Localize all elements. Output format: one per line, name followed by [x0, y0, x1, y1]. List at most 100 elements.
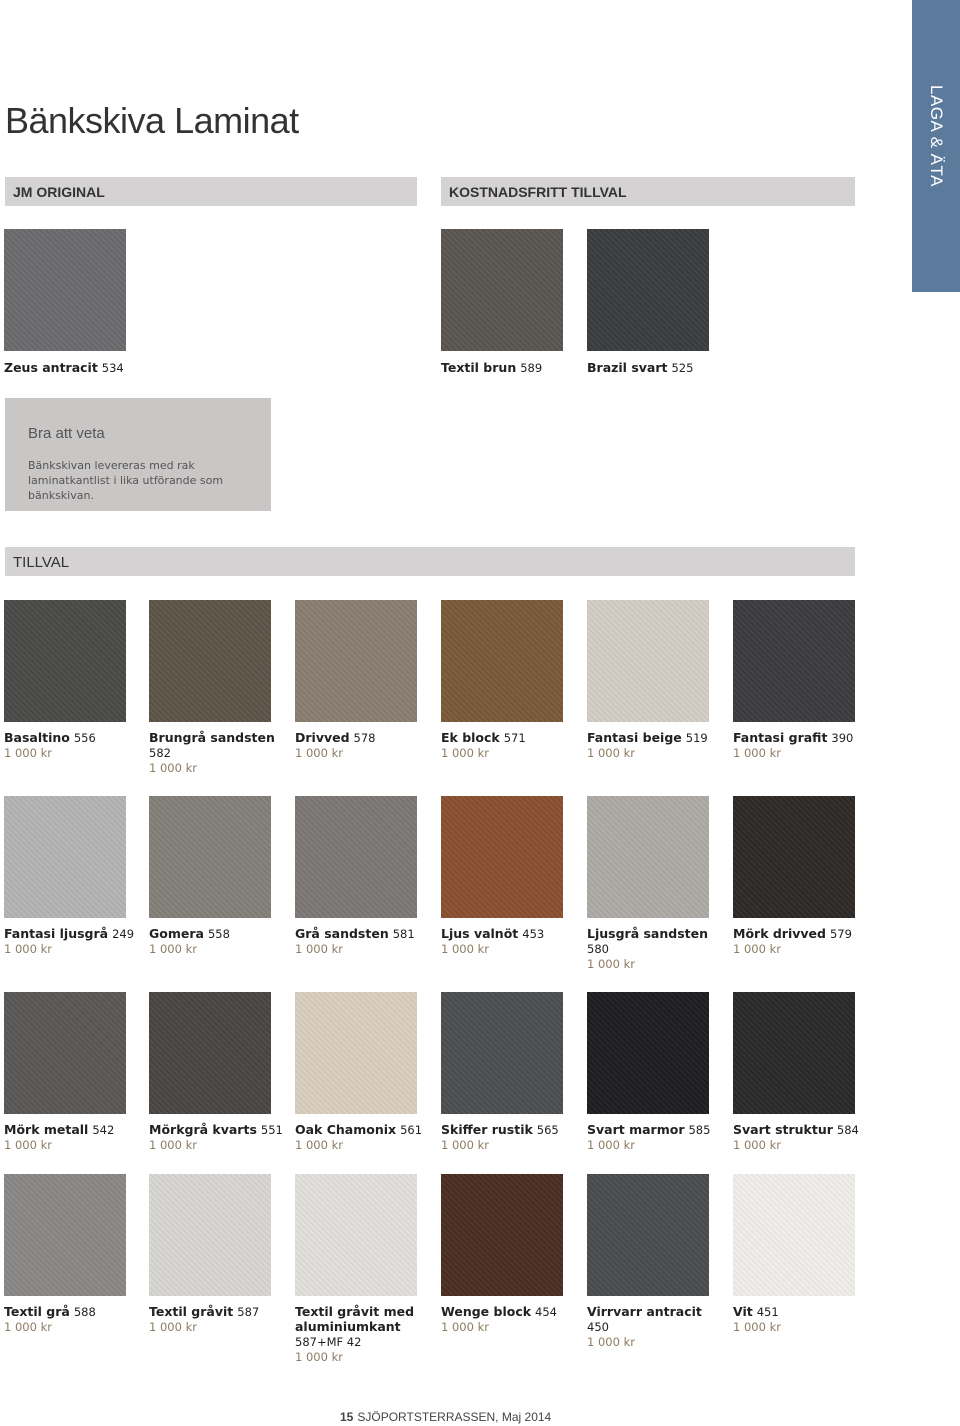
item-name: Textil grå [4, 1304, 70, 1319]
swatch-tillval[interactable] [587, 600, 709, 722]
label-tillval: Brungrå sandsten 582 1 000 kr [149, 730, 289, 776]
swatch-tillval[interactable] [149, 796, 271, 918]
side-tab-label: LAGA & ÄTA [927, 84, 946, 187]
item-price: 1 000 kr [149, 1320, 197, 1334]
label-tillval: Wenge block 454 1 000 kr [441, 1304, 581, 1335]
item-code: 565 [536, 1123, 559, 1137]
info-text: Bänkskivan levereras med rak laminatkant… [28, 459, 224, 502]
item-code: 585 [688, 1123, 711, 1137]
swatch-tillval[interactable] [4, 1174, 126, 1296]
swatch-tillval[interactable] [295, 1174, 417, 1296]
item-name: Vit [733, 1304, 753, 1319]
label-tillval: Textil grå 588 1 000 kr [4, 1304, 144, 1335]
swatch-tillval[interactable] [149, 1174, 271, 1296]
label-tillval: Fantasi grafit 390 1 000 kr [733, 730, 873, 761]
info-box: Bra att veta Bänkskivan levereras med ra… [5, 398, 271, 511]
item-code: 584 [836, 1123, 859, 1137]
label-tillval: Fantasi beige 519 1 000 kr [587, 730, 727, 761]
swatch-tillval[interactable] [587, 1174, 709, 1296]
label-textil-brun: Textil brun 589 [441, 360, 543, 375]
swatch-tillval[interactable] [295, 600, 417, 722]
item-name: Textil gråvit med aluminiumkant [295, 1304, 415, 1334]
label-tillval: Fantasi ljusgrå 249 1 000 kr [4, 926, 144, 957]
item-name: Wenge block [441, 1304, 532, 1319]
label-tillval: Grå sandsten 581 1 000 kr [295, 926, 435, 957]
section-free-label: KOSTNADSFRITT TILLVAL [449, 184, 627, 200]
swatch-tillval[interactable] [295, 992, 417, 1114]
swatch-tillval[interactable] [587, 796, 709, 918]
swatch-tillval[interactable] [149, 600, 271, 722]
item-price: 1 000 kr [149, 761, 197, 775]
label-zeus-antracit: Zeus antracit 534 [4, 360, 124, 375]
item-name: Skiffer rustik [441, 1122, 533, 1137]
item-name: Fantasi ljusgrå [4, 926, 109, 941]
item-code: 580 [587, 942, 609, 956]
item-code: 558 [207, 927, 230, 941]
item-name: Mörkgrå kvarts [149, 1122, 257, 1137]
swatch-tillval[interactable] [149, 992, 271, 1114]
section-tillval-label: TILLVAL [13, 554, 70, 571]
swatch-brazil-svart[interactable] [587, 229, 709, 351]
item-price: 1 000 kr [149, 942, 197, 956]
swatch-tillval[interactable] [4, 992, 126, 1114]
swatch-tillval[interactable] [733, 600, 855, 722]
item-name: Textil gråvit [149, 1304, 234, 1319]
label-tillval: Virrvarr antracit 450 1 000 kr [587, 1304, 727, 1350]
item-code: 390 [831, 731, 854, 745]
item-price: 1 000 kr [4, 1138, 52, 1152]
swatch-tillval[interactable] [295, 796, 417, 918]
item-code: 519 [685, 731, 708, 745]
item-name: Oak Chamonix [295, 1122, 397, 1137]
item-code: 587+MF 42 [295, 1335, 362, 1349]
swatch-textil-brun[interactable] [441, 229, 563, 351]
item-price: 1 000 kr [441, 1138, 489, 1152]
item-price: 1 000 kr [4, 942, 52, 956]
item-code: 579 [829, 927, 852, 941]
label-tillval: Textil gråvit 587 1 000 kr [149, 1304, 289, 1335]
item-code: 451 [756, 1305, 779, 1319]
swatch-tillval[interactable] [733, 1174, 855, 1296]
item-code: 542 [92, 1123, 115, 1137]
item-price: 1 000 kr [149, 1138, 197, 1152]
item-code: 556 [73, 731, 96, 745]
swatch-tillval[interactable] [441, 600, 563, 722]
item-name: Gomera [149, 926, 204, 941]
item-name: Ljus valnöt [441, 926, 519, 941]
swatch-tillval[interactable] [441, 992, 563, 1114]
item-price: 1 000 kr [295, 1350, 343, 1364]
swatch-tillval[interactable] [441, 796, 563, 918]
page-title: Bänkskiva Laminat [5, 100, 299, 141]
item-name: Ljusgrå sandsten [587, 926, 709, 941]
item-price: 1 000 kr [587, 1335, 635, 1349]
item-price: 1 000 kr [4, 746, 52, 760]
item-name: Mörk metall [4, 1122, 89, 1137]
label-tillval: Gomera 558 1 000 kr [149, 926, 289, 957]
item-code: 581 [392, 927, 415, 941]
item-code: 578 [353, 731, 376, 745]
label-tillval: Ljusgrå sandsten 580 1 000 kr [587, 926, 727, 972]
swatch-tillval[interactable] [733, 796, 855, 918]
footer-project: SJÖPORTSTERRASSEN, [357, 1410, 499, 1424]
item-name: Svart marmor [587, 1122, 685, 1137]
item-name: Drivved [295, 730, 350, 745]
item-name: Virrvarr antracit [587, 1304, 702, 1319]
item-name: Svart struktur [733, 1122, 833, 1137]
item-code: 561 [400, 1123, 423, 1137]
label-tillval: Svart struktur 584 1 000 kr [733, 1122, 873, 1153]
item-price: 1 000 kr [733, 1138, 781, 1152]
swatch-zeus-antracit[interactable] [4, 229, 126, 351]
swatch-tillval[interactable] [4, 600, 126, 722]
swatch-tillval[interactable] [441, 1174, 563, 1296]
item-code: 249 [112, 927, 135, 941]
page-number: 15 [340, 1410, 354, 1424]
swatch-tillval[interactable] [587, 992, 709, 1114]
label-tillval: Mörkgrå kvarts 551 1 000 kr [149, 1122, 289, 1153]
swatch-tillval[interactable] [4, 796, 126, 918]
footer: 15 SJÖPORTSTERRASSEN, Maj 2014 [340, 1410, 551, 1424]
section-original: JM ORIGINAL [5, 177, 417, 206]
item-price: 1 000 kr [441, 746, 489, 760]
item-price: 1 000 kr [733, 1320, 781, 1334]
swatch-tillval[interactable] [733, 992, 855, 1114]
item-price: 1 000 kr [295, 1138, 343, 1152]
item-name: Ek block [441, 730, 500, 745]
